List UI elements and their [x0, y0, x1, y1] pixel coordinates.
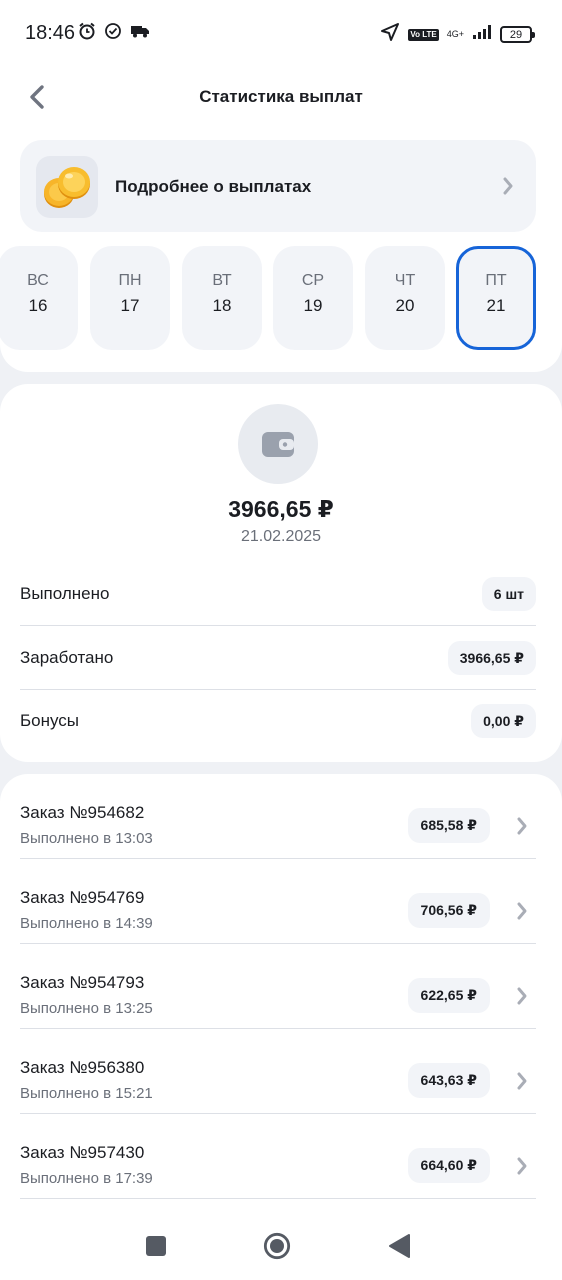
- stat-value: 6 шт: [481, 577, 536, 611]
- order-row[interactable]: Заказ №954682 Выполнено в 13:03 685,58 ₽: [20, 774, 536, 859]
- day-tab-0[interactable]: ВС 16: [0, 246, 78, 350]
- wallet-icon: [238, 404, 318, 484]
- order-row[interactable]: Заказ №957430 Выполнено в 17:39 664,60 ₽: [20, 1114, 536, 1199]
- day-tab-3[interactable]: СР 19: [273, 246, 353, 350]
- stat-label: Выполнено: [20, 584, 110, 603]
- day-name: ПТ: [485, 272, 507, 289]
- location-arrow-icon: [380, 22, 400, 47]
- chevron-right-icon: [503, 177, 513, 195]
- stat-label: Заработано: [20, 648, 114, 667]
- day-tab-2[interactable]: ВТ 18: [182, 246, 262, 350]
- day-number: 16: [28, 296, 48, 315]
- day-selector: ВС 16 ПН 17 ВТ 18 СР 19 ЧТ 20 ПТ 21: [0, 246, 562, 350]
- header: Статистика выплат: [0, 66, 562, 130]
- stat-row-earned: Заработано 3966,65 ₽: [20, 627, 536, 690]
- truck-icon: [130, 23, 150, 44]
- home-button[interactable]: [263, 1232, 291, 1260]
- stat-value: 3966,65 ₽: [447, 641, 536, 675]
- chevron-right-icon: [517, 987, 527, 1005]
- order-amount: 643,63 ₽: [407, 1063, 490, 1098]
- order-subtitle: Выполнено в 15:21: [20, 1085, 153, 1102]
- order-amount: 685,58 ₽: [407, 808, 490, 843]
- day-tab-4[interactable]: ЧТ 20: [365, 246, 445, 350]
- day-tab-5-selected[interactable]: ПТ 21: [456, 246, 536, 350]
- order-subtitle: Выполнено в 13:03: [20, 830, 153, 847]
- order-title: Заказ №954769: [20, 888, 145, 907]
- screen: 18:46 Vo LTE 4G+ 29 Статистика выплат По…: [0, 0, 562, 1280]
- day-number: 18: [212, 296, 232, 315]
- order-row[interactable]: Заказ №954793 Выполнено в 13:25 622,65 ₽: [20, 944, 536, 1029]
- status-bar: 18:46 Vo LTE 4G+ 29: [0, 0, 562, 66]
- back-nav-button[interactable]: [385, 1232, 413, 1260]
- square-icon: [146, 1236, 166, 1256]
- day-number: 17: [120, 296, 140, 315]
- volte-badge: Vo LTE: [408, 28, 439, 41]
- day-name: СР: [301, 272, 325, 289]
- stat-value: 0,00 ₽: [471, 704, 536, 738]
- order-subtitle: Выполнено в 17:39: [20, 1170, 153, 1187]
- status-right-icons: Vo LTE 4G+ 29: [380, 22, 535, 47]
- order-row[interactable]: Заказ №956380 Выполнено в 15:21 643,63 ₽: [20, 1029, 536, 1114]
- order-title: Заказ №956380: [20, 1058, 145, 1077]
- stat-label: Бонусы: [20, 711, 80, 730]
- day-name: ВТ: [212, 272, 232, 289]
- home-circle-icon: [263, 1232, 291, 1260]
- order-amount: 706,56 ₽: [407, 893, 490, 928]
- day-name: ЧТ: [394, 272, 416, 289]
- day-summary: 3966,65 ₽ 21.02.2025 Выполнено 6 шт Зара…: [0, 384, 562, 762]
- total-amount: 3966,65 ₽: [228, 496, 334, 522]
- payout-details-label: Подробнее о выплатах: [115, 177, 312, 196]
- status-left-icons: [78, 22, 150, 45]
- day-name: ВС: [27, 272, 49, 289]
- recents-button[interactable]: [142, 1232, 170, 1260]
- order-amount: 664,60 ₽: [407, 1148, 490, 1183]
- chevron-right-icon: [517, 1072, 527, 1090]
- signal-icon: [472, 24, 492, 45]
- top-section: Статистика выплат Подробнее о выплатах В…: [0, 66, 562, 372]
- page-title: Статистика выплат: [199, 87, 363, 106]
- chevron-right-icon: [517, 902, 527, 920]
- order-title: Заказ №957430: [20, 1143, 145, 1162]
- order-amount: 622,65 ₽: [407, 978, 490, 1013]
- network-type: 4G+: [446, 29, 464, 39]
- stat-row-bonuses: Бонусы 0,00 ₽: [20, 690, 536, 753]
- status-time: 18:46: [25, 22, 76, 44]
- day-number: 21: [486, 296, 506, 315]
- day-number: 19: [303, 296, 323, 315]
- alarm-icon: [78, 22, 96, 45]
- check-circle-icon: [104, 22, 122, 45]
- orders-list: Заказ №954682 Выполнено в 13:03 685,58 ₽…: [0, 774, 562, 1210]
- chevron-right-icon: [517, 1157, 527, 1175]
- order-title: Заказ №954682: [20, 803, 145, 822]
- coins-icon: [36, 156, 98, 218]
- system-nav-bar: [0, 1210, 562, 1280]
- chevron-right-icon: [517, 817, 527, 835]
- total-date: 21.02.2025: [240, 528, 322, 545]
- order-title: Заказ №954793: [20, 973, 145, 992]
- order-subtitle: Выполнено в 14:39: [20, 915, 153, 932]
- day-number: 20: [395, 296, 415, 315]
- stat-row-completed: Выполнено 6 шт: [20, 563, 536, 626]
- day-tab-1[interactable]: ПН 17: [90, 246, 170, 350]
- day-name: ПН: [118, 272, 142, 289]
- order-subtitle: Выполнено в 13:25: [20, 1000, 153, 1017]
- battery-icon: 29: [500, 26, 535, 43]
- payout-details-card[interactable]: Подробнее о выплатах: [20, 140, 536, 232]
- triangle-back-icon: [389, 1234, 410, 1258]
- order-row[interactable]: Заказ №954769 Выполнено в 14:39 706,56 ₽: [20, 859, 536, 944]
